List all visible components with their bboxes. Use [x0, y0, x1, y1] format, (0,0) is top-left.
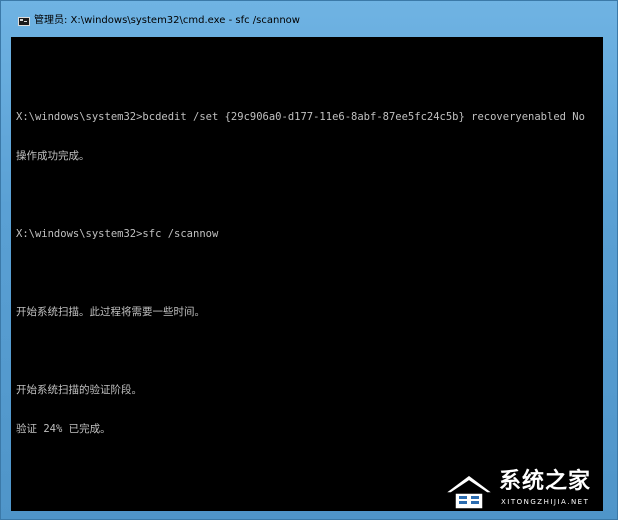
cmd-icon[interactable] [18, 17, 30, 26]
console-line: 验证 24% 已完成。 [16, 423, 111, 435]
console-line: X:\windows\system32>bcdedit /set {29c906… [16, 111, 585, 123]
title-bar[interactable]: 管理员: X:\windows\system32\cmd.exe - sfc /… [1, 1, 617, 37]
cmd-window: 管理员: X:\windows\system32\cmd.exe - sfc /… [0, 0, 618, 520]
house-logo-icon [442, 474, 496, 510]
vertical-scrollbar[interactable] [595, 37, 603, 511]
console-output: X:\windows\system32>bcdedit /set {29c906… [16, 46, 585, 462]
console-line: 操作成功完成。 [16, 150, 90, 162]
watermark-brand: 系统之家 [499, 469, 592, 494]
console-line: X:\windows\system32>sfc /scannow [16, 228, 219, 240]
watermark-site: XITONGZHIJIA.NET [501, 498, 590, 506]
window-title: 管理员: X:\windows\system32\cmd.exe - sfc /… [34, 15, 300, 26]
console-line: 开始系统扫描的验证阶段。 [16, 384, 142, 396]
console-area[interactable]: X:\windows\system32>bcdedit /set {29c906… [11, 37, 603, 511]
watermark: 系统之家 XITONGZHIJIA.NET [439, 465, 609, 517]
console-line: 开始系统扫描。此过程将需要一些时间。 [16, 306, 205, 318]
